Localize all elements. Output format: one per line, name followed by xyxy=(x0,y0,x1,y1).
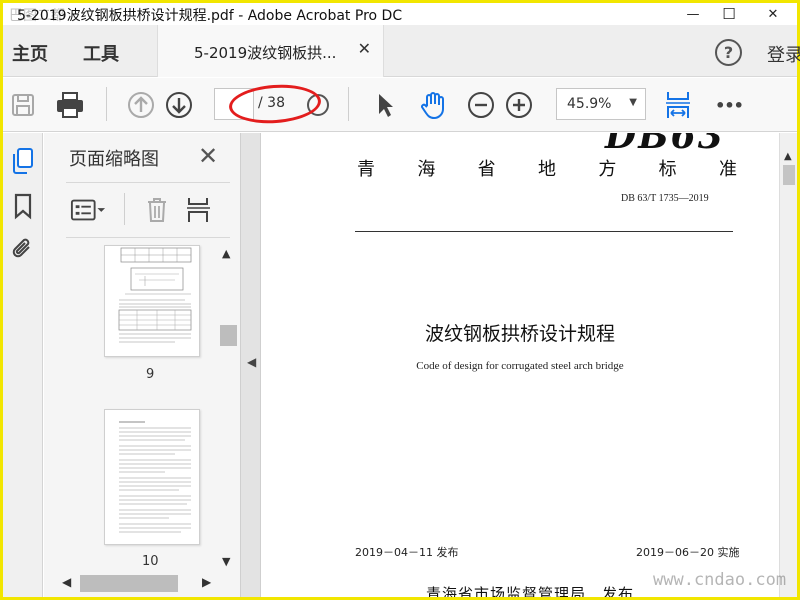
home-tab[interactable]: 主页 xyxy=(12,40,48,66)
panel-close-icon[interactable]: ✕ xyxy=(198,142,218,170)
collapse-panel-icon[interactable]: ◀ xyxy=(247,355,256,369)
help-icon[interactable]: ? xyxy=(715,39,742,66)
scroll-down-icon[interactable]: ▼ xyxy=(222,555,230,568)
thumbnail-label: 10 xyxy=(142,554,159,569)
heading-char: 省 xyxy=(477,159,496,180)
panel-vertical-scrollbar[interactable]: ▲ ▼ xyxy=(218,245,238,571)
page-thumbnail[interactable] xyxy=(104,409,200,545)
standard-heading: 青 海 省 地 方 标 准 xyxy=(357,155,737,181)
more-icon[interactable]: ••• xyxy=(714,90,744,120)
heading-char: 标 xyxy=(658,159,677,180)
attachment-icon[interactable] xyxy=(9,235,37,263)
thumbnail-panel: 页面缩略图 ✕ 9 10 ▲ ▼ ◀ ▶ xyxy=(44,133,240,597)
page-thumbnail[interactable] xyxy=(104,245,200,357)
print-icon[interactable] xyxy=(55,90,85,120)
scrollbar-thumb[interactable] xyxy=(220,325,237,346)
login-button[interactable]: 登录 xyxy=(767,41,800,67)
scrollbar-thumb[interactable] xyxy=(783,165,795,185)
document-title-cn: 波纹钢板拱桥设计规程 xyxy=(424,323,615,345)
thumbnail-label: 9 xyxy=(146,367,155,382)
document-tab-label: 5-2019波纹钢板拱... xyxy=(194,44,337,62)
toolbar-separator xyxy=(106,87,107,121)
panel-horizontal-scrollbar[interactable]: ◀ ▶ xyxy=(58,573,218,593)
delete-page-icon[interactable] xyxy=(142,195,172,225)
hand-icon[interactable] xyxy=(418,90,448,120)
zoom-in-icon[interactable] xyxy=(504,90,534,120)
window-title: 5-2019波纹钢板拱桥设计规程.pdf - Adobe Acrobat Pro… xyxy=(17,8,403,24)
panel-splitter[interactable]: ◀ xyxy=(240,133,261,597)
page-up-icon[interactable] xyxy=(126,90,156,120)
insert-page-icon[interactable] xyxy=(184,195,214,225)
left-rail xyxy=(3,133,43,597)
title-bar: 巴图二都 5-2019波纹钢板拱桥设计规程.pdf - Adobe Acroba… xyxy=(3,3,797,25)
maximize-button[interactable]: ☐ xyxy=(711,3,747,25)
panel-divider xyxy=(66,237,230,238)
document-tab[interactable]: 5-2019波纹钢板拱... ✕ xyxy=(157,25,384,77)
heading-char: 海 xyxy=(417,159,436,180)
heading-char: 地 xyxy=(537,159,556,180)
document-scrollbar[interactable]: ▲ xyxy=(779,133,797,597)
panel-divider xyxy=(66,182,230,183)
zoom-value: 45.9% xyxy=(567,96,612,112)
heading-char: 青 xyxy=(357,159,375,180)
tab-close-icon[interactable]: ✕ xyxy=(358,39,371,58)
scroll-left-icon[interactable]: ◀ xyxy=(62,575,71,589)
menu-bar: 主页 工具 5-2019波纹钢板拱... ✕ ? 登录 xyxy=(3,25,800,77)
thumbnail-options-icon[interactable] xyxy=(70,195,106,225)
page-thumbnails-icon[interactable] xyxy=(9,147,37,175)
minimize-button[interactable]: — xyxy=(675,3,711,25)
zoom-out-icon[interactable] xyxy=(466,90,496,120)
standard-logo-text: DB63 xyxy=(605,133,725,157)
page-down-icon[interactable] xyxy=(164,90,194,120)
header-rule xyxy=(355,231,733,232)
scroll-right-icon[interactable]: ▶ xyxy=(202,575,211,589)
document-view[interactable]: DB63 青 海 省 地 方 标 准 DB 63/T 1735—2019 波纹钢… xyxy=(261,133,779,597)
bookmark-icon[interactable] xyxy=(9,192,37,220)
implement-date: 2019－06－20 实施 xyxy=(636,546,740,559)
scroll-up-icon[interactable]: ▲ xyxy=(222,247,230,260)
panel-title: 页面缩略图 xyxy=(69,149,159,170)
tools-tab[interactable]: 工具 xyxy=(83,40,119,66)
scroll-up-icon[interactable]: ▲ xyxy=(784,151,792,162)
panel-separator xyxy=(124,193,125,225)
fit-width-icon[interactable] xyxy=(663,90,693,120)
chevron-down-icon: ▼ xyxy=(629,97,637,108)
scrollbar-thumb[interactable] xyxy=(80,575,178,592)
toolbar: / 38 45.9% ▼ ••• xyxy=(3,78,797,132)
document-title-en: Code of design for corrugated steel arch… xyxy=(416,360,624,372)
select-arrow-icon[interactable] xyxy=(370,90,400,120)
issuer: 青海省市场监督管理局 发布 xyxy=(426,585,635,597)
zoom-select[interactable]: 45.9% ▼ xyxy=(556,88,646,120)
watermark: www.cndao.com xyxy=(653,570,787,590)
toolbar-separator xyxy=(348,87,349,121)
save-icon[interactable] xyxy=(8,90,38,120)
issue-date: 2019－04－11 发布 xyxy=(355,546,459,559)
heading-char: 方 xyxy=(598,159,617,180)
close-window-button[interactable]: ✕ xyxy=(755,3,791,25)
heading-char: 准 xyxy=(718,159,737,180)
standard-code: DB 63/T 1735—2019 xyxy=(621,193,709,204)
